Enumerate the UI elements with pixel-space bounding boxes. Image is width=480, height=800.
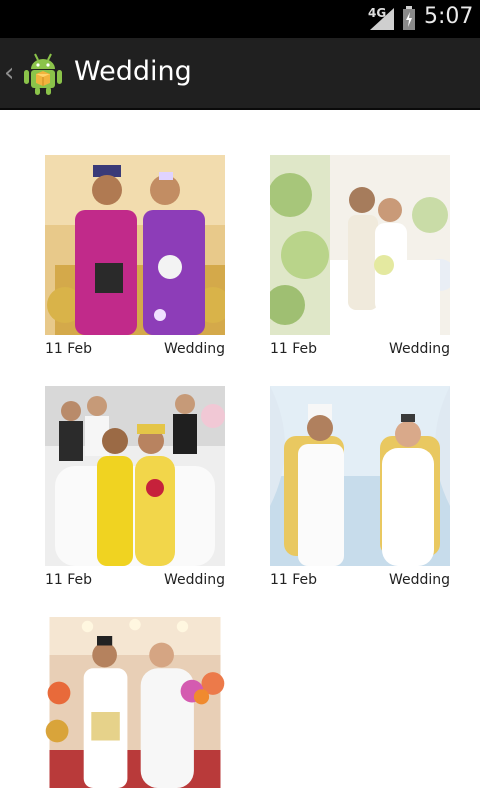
item-date: 11 Feb <box>270 341 318 357</box>
wedding-photo-5[interactable] <box>45 617 225 788</box>
android-app-icon[interactable] <box>22 52 64 96</box>
item-category: Wedding <box>163 572 225 588</box>
wedding-photo-2[interactable] <box>265 155 456 335</box>
clock: 5:07 <box>424 4 474 29</box>
wedding-photo-4[interactable] <box>270 386 450 566</box>
gallery-item-meta: 11 Feb Wedding <box>45 570 225 590</box>
item-category: Wedding <box>388 341 450 357</box>
gallery-item[interactable] <box>45 617 225 792</box>
back-chevron-icon[interactable]: ‹ <box>4 58 14 88</box>
item-category: Wedding <box>388 572 450 588</box>
item-date: 11 Feb <box>45 341 93 357</box>
wedding-photo-1[interactable] <box>45 155 231 335</box>
page-title: Wedding <box>74 56 192 87</box>
wedding-gallery-grid: 11 Feb Wedding 11 Feb Wedding 11 Feb Wed… <box>0 112 480 800</box>
item-date: 11 Feb <box>45 572 93 588</box>
signal-icon <box>370 8 394 30</box>
gallery-item[interactable]: 11 Feb Wedding <box>45 155 231 359</box>
gallery-item-meta: 11 Feb Wedding <box>270 570 450 590</box>
gallery-item[interactable]: 11 Feb Wedding <box>45 386 225 590</box>
status-bar: 4G 5:07 <box>0 0 480 38</box>
gallery-item[interactable]: 11 Feb Wedding <box>270 386 450 590</box>
item-date: 11 Feb <box>270 572 318 588</box>
gallery-item-meta: 11 Feb Wedding <box>270 339 450 359</box>
item-category: Wedding <box>163 341 225 357</box>
wedding-photo-3[interactable] <box>45 386 225 566</box>
gallery-item[interactable]: 11 Feb Wedding <box>265 155 456 359</box>
action-bar: ‹ Wedding <box>0 38 480 110</box>
gallery-item-meta: 11 Feb Wedding <box>45 339 225 359</box>
battery-icon <box>403 6 415 30</box>
